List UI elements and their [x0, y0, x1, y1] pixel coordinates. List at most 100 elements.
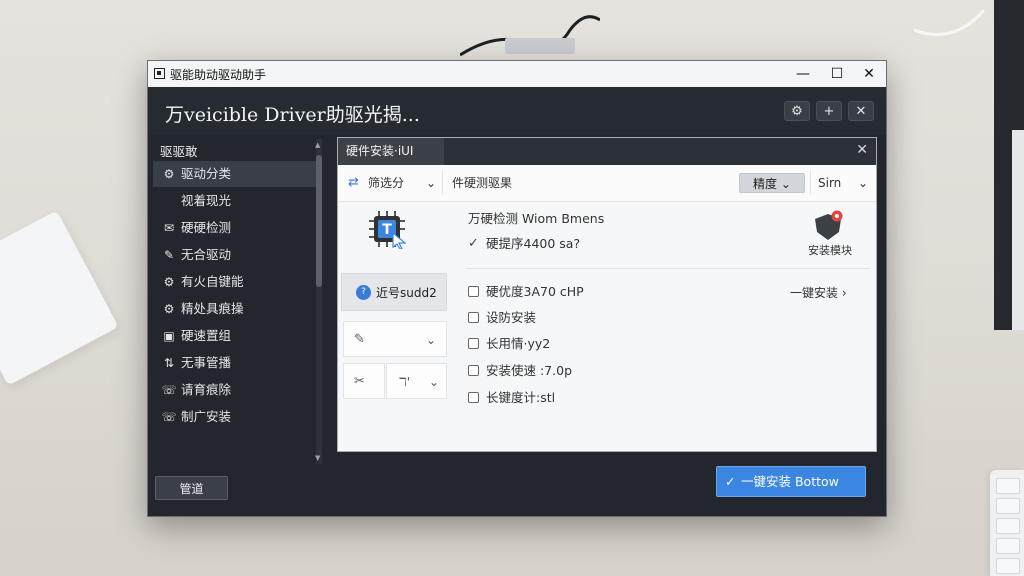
checkbox-label: 长键度计:stl [486, 390, 556, 405]
settings-button[interactable]: ⚙ [784, 101, 810, 121]
main-panel: 硬件安装·iUI ✕ ⇄ 筛选分 ⌄ 件硬测驱果 精度 ⌄ Sirn ⌄ T ?… [337, 137, 877, 452]
sidebar-item-view[interactable]: 视着现光 [153, 188, 316, 214]
app-header: 万veicible Driver助驱光揭... ⚙ + ✕ [148, 87, 886, 135]
sidebar-item-label: 硬硬检测 [181, 220, 232, 235]
sidebar-item-label: 请育痕除 [181, 382, 232, 397]
install-button-label: 一键安装 Bottow [741, 474, 839, 489]
app-window: 驱能助动驱动助手 — ☐ ✕ 万veicible Driver助驱光揭... ⚙… [147, 60, 887, 517]
square-icon: ▣ [163, 329, 175, 343]
driver-item-label: 近号sudd2 [376, 286, 437, 300]
panel-toolbar: ⇄ 筛选分 ⌄ 件硬测驱果 精度 ⌄ Sirn ⌄ [338, 165, 876, 202]
checkbox[interactable] [468, 338, 479, 349]
add-button[interactable]: + [816, 101, 842, 121]
window-title: 驱能助动驱动助手 [170, 68, 267, 82]
panel-tabbar: 硬件安装·iUI ✕ [338, 138, 876, 165]
device-icon-box[interactable]: ✂ [343, 363, 385, 399]
manage-button[interactable]: 管道 [155, 476, 228, 500]
app-title: 万veicible Driver助驱光揭... [165, 104, 420, 126]
gear-icon: ⚙ [163, 275, 175, 289]
one-key-install-button[interactable]: ✓ 一键安装 Bottow [716, 466, 866, 497]
phone-icon: ☏ [161, 410, 177, 424]
arrows-icon: ⇅ [163, 356, 175, 370]
sidebar-item-hardware-check[interactable]: ✉ 硬硬检测 [153, 215, 316, 241]
view-caret-icon[interactable]: ⌄ [858, 165, 868, 201]
shield-label: 安装模块 [808, 244, 852, 257]
sort-dropdown[interactable]: 精度 ⌄ [739, 173, 805, 193]
background-monitor-stand [1012, 130, 1024, 330]
filter-caret-icon[interactable]: ⌄ [426, 165, 436, 201]
chevron-down-icon: ⌄ [426, 333, 437, 347]
one-key-install-link[interactable]: 一键安装 › [790, 284, 847, 301]
device-selector-1[interactable]: ✎ ⌄ [343, 321, 447, 357]
sidebar-scrollbar[interactable]: ▲ ▼ [315, 139, 322, 464]
background-keyboard [990, 470, 1024, 576]
svg-text:T: T [382, 222, 392, 238]
result-label: 件硬测驱果 [452, 176, 513, 190]
background-cable-2 [914, 9, 986, 36]
sidebar-item-auto[interactable]: ⚙ 有火自键能 [153, 269, 316, 295]
mail-icon: ✉ [163, 221, 175, 235]
toolbar-divider [810, 171, 811, 195]
background-tablet [0, 210, 119, 386]
device-selector-2[interactable]: ℸ' ⌄ [386, 363, 447, 399]
gear-icon: ⚙ [163, 167, 175, 181]
sidebar-heading: 驱驱敢 [160, 144, 198, 159]
tool-icon: ✂ [354, 374, 365, 389]
device-option-label: ℸ' [399, 375, 411, 389]
driver-item-button[interactable]: ? 近号sudd2 [341, 273, 447, 311]
scan-title: 万硬检测 Wiom Bmens [468, 211, 605, 226]
maximize-button[interactable]: ☐ [822, 63, 852, 85]
scrollbar-thumb[interactable] [316, 155, 322, 287]
sort-label: 精度 [753, 177, 778, 191]
checkbox-label: 设防安装 [486, 310, 537, 325]
minimize-button[interactable]: — [788, 63, 818, 85]
checkbox[interactable] [468, 392, 479, 403]
gear-icon: ⚙ [163, 302, 175, 316]
checkbox[interactable] [468, 365, 479, 376]
tab-hardware-install[interactable]: 硬件安装·iUI [338, 138, 444, 165]
sidebar-item-no-driver[interactable]: ✎ 无合驱动 [153, 242, 316, 268]
shield-icon [815, 210, 843, 240]
checkbox-label: 长用情·yy2 [486, 336, 551, 351]
sidebar-item-reset[interactable]: ▣ 硬速置组 [153, 323, 316, 349]
checkbox[interactable] [468, 234, 479, 254]
filter-dropdown[interactable]: 筛选分 [368, 165, 404, 201]
chevron-down-icon: ⌄ [780, 177, 791, 191]
device-column: T ? 近号sudd2 ✎ ⌄ ✂ ℸ' ⌄ [338, 201, 450, 451]
checkbox[interactable] [468, 286, 479, 297]
sidebar-item-label: 硬速置组 [181, 328, 232, 343]
checkbox-label: 硬优度3A70 cHP [486, 284, 584, 299]
sidebar-item-manage[interactable]: ⇅ 无事管播 [153, 350, 316, 376]
view-dropdown[interactable]: Sirn [818, 165, 841, 201]
sidebar-item-label: 驱动分类 [181, 166, 232, 181]
title-bar: 驱能助动驱动助手 — ☐ ✕ [148, 61, 886, 87]
sidebar-item-label: 有火自键能 [181, 274, 244, 289]
chip-icon: T [369, 211, 407, 249]
toolbar-divider [442, 171, 443, 195]
sidebar: 驱驱敢 ⚙ 驱动分类 视着现光 ✉ 硬硬检测 ✎ 无合驱动 ⚙ 有火自键能 ⚙ … [153, 141, 323, 466]
check-icon: ✓ [725, 474, 736, 489]
checkbox[interactable] [468, 312, 479, 323]
sidebar-item-label: 制广安装 [181, 409, 232, 424]
sidebar-item-driver-category[interactable]: ⚙ 驱动分类 [153, 161, 316, 187]
device-icon: ✎ [354, 332, 365, 347]
help-icon: ? [356, 285, 371, 300]
sidebar-item-install[interactable]: ☏ 制广安装 [153, 404, 316, 430]
checkbox-label: 硬提序4400 sa? [486, 236, 581, 251]
sidebar-item-label: 精处具痕操 [181, 301, 244, 316]
phone-icon: ☏ [161, 383, 177, 397]
scroll-up-icon[interactable]: ▲ [315, 141, 320, 149]
close-tools-button[interactable]: ✕ [848, 101, 874, 121]
close-button[interactable]: ✕ [854, 63, 884, 85]
sidebar-item-clean[interactable]: ☏ 请育痕除 [153, 377, 316, 403]
sidebar-item-label: 无合驱动 [181, 247, 232, 262]
scroll-down-icon[interactable]: ▼ [315, 454, 320, 462]
sidebar-item-fine[interactable]: ⚙ 精处具痕操 [153, 296, 316, 322]
pen-icon: ✎ [163, 248, 175, 262]
sidebar-item-label: 视着现光 [181, 193, 232, 208]
panel-close-icon[interactable]: ✕ [856, 142, 868, 158]
chevron-down-icon: ⌄ [429, 375, 440, 389]
checkbox-label: 安装使速 :7.0p [486, 363, 572, 378]
filter-icon: ⇄ [348, 175, 359, 190]
divider [466, 268, 870, 269]
